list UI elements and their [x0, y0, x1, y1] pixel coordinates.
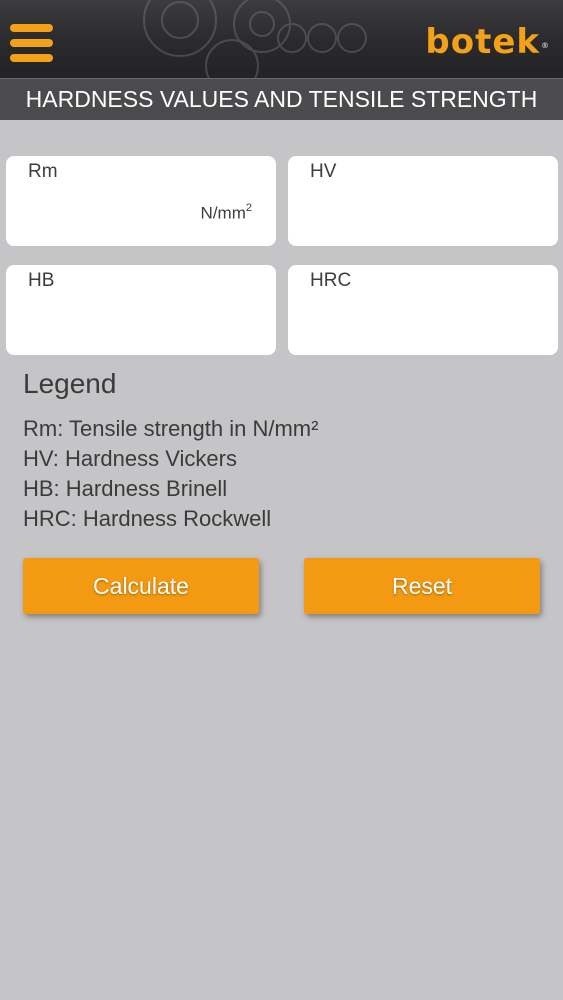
reset-button[interactable]: Reset — [304, 558, 540, 614]
rm-input-field[interactable]: Rm N/mm2 — [6, 156, 276, 246]
legend-list: Rm: Tensile strength in N/mm² HV: Hardne… — [23, 414, 318, 534]
hb-label: HB — [28, 270, 55, 291]
app-header: botek® — [0, 0, 563, 78]
menu-bar — [10, 39, 53, 47]
hrc-input-field[interactable]: HRC — [288, 265, 558, 355]
page-title: HARDNESS VALUES AND TENSILE STRENGTH — [0, 78, 563, 120]
rm-unit: N/mm2 — [200, 202, 252, 224]
hv-label: HV — [310, 161, 337, 182]
rm-unit-base: N/mm — [200, 203, 246, 223]
brand-logo: botek® — [425, 22, 549, 62]
legend-item-hb: HB: Hardness Brinell — [23, 476, 228, 501]
menu-bar — [10, 24, 53, 32]
calculate-button[interactable]: Calculate — [23, 558, 259, 614]
brand-name: botek — [425, 22, 540, 62]
registered-mark: ® — [541, 41, 550, 50]
legend-title: Legend — [23, 368, 117, 399]
rm-label: Rm — [28, 161, 58, 182]
legend-item-rm: Rm: Tensile strength in N/mm² — [23, 416, 319, 441]
menu-icon[interactable] — [10, 24, 54, 68]
rm-unit-exponent: 2 — [245, 202, 252, 214]
legend-item-hrc: HRC: Hardness Rockwell — [23, 506, 272, 531]
hv-input-field[interactable]: HV — [288, 156, 558, 246]
legend-item-hv: HV: Hardness Vickers — [23, 446, 237, 471]
hrc-label: HRC — [310, 270, 352, 291]
menu-bar — [10, 54, 53, 62]
hb-input-field[interactable]: HB — [6, 265, 276, 355]
